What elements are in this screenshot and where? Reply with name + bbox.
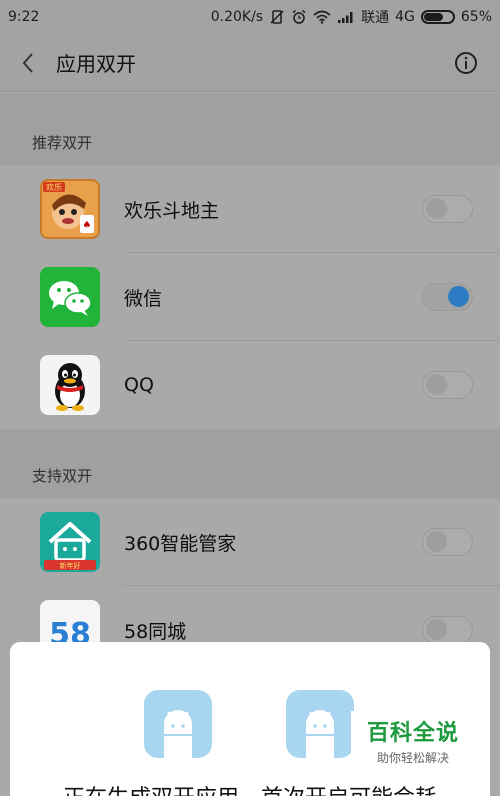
android-app-tile-original bbox=[144, 690, 212, 758]
dialog-message: 正在生成双开应用，首次开启可能会耗 bbox=[10, 780, 490, 796]
toggle-doudizhu[interactable] bbox=[422, 195, 473, 223]
app-row-doudizhu[interactable]: ♠ 欢乐 欢乐斗地主 bbox=[0, 165, 500, 253]
doudizhu-app-icon: ♠ 欢乐 bbox=[40, 179, 100, 239]
android-icon bbox=[164, 710, 192, 758]
section-header-supported: 支持双开 bbox=[0, 429, 500, 498]
chevron-left-icon bbox=[22, 52, 33, 73]
info-icon bbox=[455, 52, 477, 74]
toggle-360[interactable] bbox=[422, 528, 473, 556]
section-title: 推荐双开 bbox=[32, 134, 93, 152]
status-bar: 9:22 0.20K/s 联通 4G 65% bbox=[0, 0, 500, 34]
360-icon-badge: 新年好 bbox=[60, 561, 81, 570]
toggle-knob bbox=[448, 286, 469, 307]
app-row-wechat[interactable]: 微信 bbox=[0, 253, 500, 341]
section-title: 支持双开 bbox=[32, 467, 93, 485]
toggle-58[interactable] bbox=[422, 616, 473, 644]
network-type-label: 4G bbox=[395, 9, 415, 25]
battery-fill bbox=[423, 13, 444, 21]
toggle-qq[interactable] bbox=[422, 371, 473, 399]
page-title: 应用双开 bbox=[56, 52, 136, 76]
watermark-slogan: 助你轻松解决 bbox=[376, 750, 449, 765]
watermark-logo: 百科全说 助你轻松解决 bbox=[351, 711, 475, 769]
battery-icon bbox=[420, 10, 455, 24]
battery-percent: 65% bbox=[460, 9, 492, 25]
toggle-knob bbox=[426, 531, 447, 552]
back-button[interactable] bbox=[0, 34, 56, 92]
app-name: 微信 bbox=[124, 287, 163, 310]
app-row-360[interactable]: 新年好 360智能管家 bbox=[0, 498, 500, 586]
toggle-knob bbox=[426, 619, 447, 640]
qq-app-icon bbox=[40, 355, 100, 415]
toggle-wechat[interactable] bbox=[422, 283, 473, 311]
network-speed: 0.20K/s bbox=[210, 9, 264, 25]
status-time: 9:22 bbox=[8, 9, 40, 25]
doudizhu-icon-badge: 欢乐 bbox=[46, 182, 62, 192]
section-header-recommended: 推荐双开 bbox=[0, 93, 500, 165]
title-bar: 应用双开 bbox=[0, 34, 500, 92]
toggle-knob bbox=[426, 198, 447, 219]
app-name: QQ bbox=[124, 374, 154, 396]
android-app-tile-clone bbox=[286, 690, 354, 758]
wifi-icon bbox=[313, 10, 331, 24]
app-name: 360智能管家 bbox=[124, 532, 237, 555]
alarm-clock-icon bbox=[291, 9, 307, 25]
info-button[interactable] bbox=[454, 51, 478, 75]
wechat-app-icon bbox=[40, 267, 100, 327]
carrier-label: 联通 bbox=[361, 10, 390, 26]
android-icon bbox=[306, 710, 334, 758]
360-smart-home-app-icon: 新年好 bbox=[40, 512, 100, 572]
watermark-brand: 百科全说 bbox=[366, 720, 459, 746]
app-row-qq[interactable]: QQ bbox=[0, 341, 500, 429]
toggle-knob bbox=[426, 374, 447, 395]
signal-icon bbox=[337, 11, 355, 23]
app-name: 欢乐斗地主 bbox=[124, 199, 220, 222]
svg-text:♠: ♠ bbox=[83, 220, 92, 231]
vibrate-off-icon bbox=[269, 9, 285, 25]
